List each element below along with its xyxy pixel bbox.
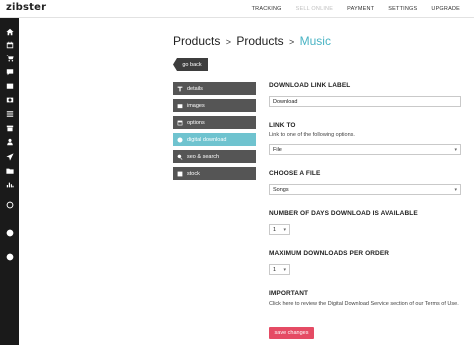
person-icon[interactable]	[5, 229, 14, 237]
days-available-heading: NUMBER OF DAYS DOWNLOAD IS AVAILABLE	[269, 210, 418, 217]
menu-item-details[interactable]: details	[173, 82, 256, 95]
chevron-down-icon: ▾	[454, 147, 457, 153]
digital-download-form: DOWNLOAD LINK LABEL Download LINK TO Lin…	[269, 82, 461, 308]
folder-icon[interactable]	[5, 167, 14, 175]
terms-link[interactable]: Click here to review the Digital Downloa…	[269, 300, 461, 308]
download-icon	[177, 136, 183, 143]
nav-settings[interactable]: SETTINGS	[388, 6, 417, 12]
max-downloads-heading: MAXIMUM DOWNLOADS PER ORDER	[269, 250, 390, 257]
top-nav: TRACKING SELL ONLINE PAYMENT SETTINGS UP…	[252, 0, 474, 18]
top-bar: zibster TRACKING SELL ONLINE PAYMENT SET…	[0, 0, 474, 18]
breadcrumb-separator: >	[289, 37, 295, 47]
app-logo[interactable]: zibster	[6, 2, 46, 13]
days-available-select[interactable]: 1 ▾	[269, 224, 290, 235]
go-back-button[interactable]: go back	[173, 58, 208, 71]
stock-icon	[177, 171, 183, 177]
menu-item-label: options	[187, 119, 205, 126]
menu-item-label: details	[187, 85, 203, 92]
breadcrumb-products-2[interactable]: Products	[236, 34, 283, 48]
max-downloads-value: 1	[273, 266, 277, 273]
days-available-value: 1	[273, 226, 277, 233]
breadcrumb-products-1[interactable]: Products	[173, 34, 220, 48]
chat-icon[interactable]	[5, 68, 14, 76]
nav-sell-online[interactable]: SELL ONLINE	[296, 6, 333, 12]
sidebar	[0, 18, 19, 345]
options-icon	[177, 120, 183, 126]
user-icon[interactable]	[5, 138, 14, 146]
breadcrumb-current: Music	[299, 34, 331, 48]
menu-item-digital-download[interactable]: digital download	[173, 133, 256, 146]
menu-item-options[interactable]: options	[173, 116, 256, 129]
home-icon[interactable]	[5, 28, 14, 36]
menu-item-images[interactable]: images	[173, 99, 256, 112]
breadcrumb: Products > Products > Music	[173, 34, 331, 48]
link-to-hint: Link to one of the following options.	[269, 132, 355, 138]
download-link-label-input[interactable]: Download	[269, 96, 461, 107]
nav-upgrade[interactable]: UPGRADE	[431, 6, 460, 12]
image-icon	[177, 103, 183, 109]
globe-icon[interactable]	[5, 201, 14, 209]
max-downloads-select[interactable]: 1 ▾	[269, 264, 290, 275]
product-menu: details images options digital download …	[173, 82, 256, 184]
nav-tracking[interactable]: TRACKING	[252, 6, 282, 12]
link-to-heading: LINK TO	[269, 122, 296, 129]
nav-payment[interactable]: PAYMENT	[347, 6, 374, 12]
menu-item-label: digital download	[187, 136, 227, 143]
calendar-icon[interactable]	[5, 41, 14, 49]
cart-icon[interactable]	[5, 54, 14, 62]
menu-item-label: images	[187, 102, 205, 109]
send-icon[interactable]	[5, 153, 14, 161]
list-icon[interactable]	[5, 110, 14, 118]
important-heading: IMPORTANT	[269, 290, 309, 297]
menu-item-label: seo & search	[187, 153, 220, 160]
link-to-select[interactable]: File ▾	[269, 144, 461, 155]
chevron-down-icon: ▾	[283, 227, 286, 233]
add-icon[interactable]	[5, 253, 14, 261]
text-icon	[177, 86, 183, 92]
chart-icon[interactable]	[5, 181, 14, 189]
search-icon	[177, 154, 183, 160]
chevron-down-icon: ▾	[454, 187, 457, 193]
photo-icon[interactable]	[5, 82, 14, 90]
menu-item-stock[interactable]: stock	[173, 167, 256, 180]
breadcrumb-separator: >	[225, 37, 231, 47]
save-changes-button[interactable]: save changes	[269, 327, 314, 339]
choose-file-select[interactable]: Songs ▾	[269, 184, 461, 195]
chevron-down-icon: ▾	[283, 267, 286, 273]
download-link-label-heading: DOWNLOAD LINK LABEL	[269, 82, 351, 89]
dollar-icon[interactable]	[5, 96, 14, 104]
box-icon[interactable]	[5, 124, 14, 132]
menu-item-seo-search[interactable]: seo & search	[173, 150, 256, 163]
link-to-value: File	[273, 146, 282, 153]
choose-file-value: Songs	[273, 186, 289, 193]
choose-file-heading: CHOOSE A FILE	[269, 170, 321, 177]
menu-item-label: stock	[187, 170, 200, 177]
